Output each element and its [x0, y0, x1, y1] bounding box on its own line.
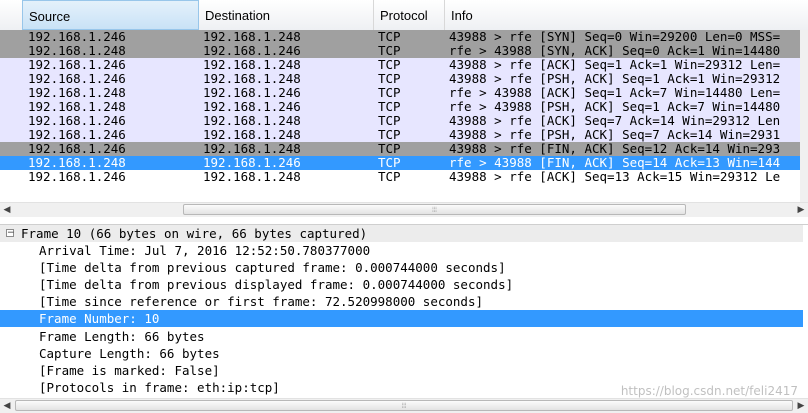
packet-rows: 192.168.1.246 192.168.1.248 TCP 43988 > rfe…: [0, 30, 800, 184]
packet-source-cell: 192.168.1.246: [28, 114, 126, 128]
detail-line[interactable]: [Frame is marked: False]: [0, 362, 803, 379]
detail-line-text: Arrival Time: Jul 7, 2016 12:52:50.78037…: [39, 243, 371, 258]
packet-source-cell: 192.168.1.248: [28, 100, 126, 114]
detail-line[interactable]: Arrival Time: Jul 7, 2016 12:52:50.78037…: [0, 242, 803, 259]
packet-info-cell: rfe > 43988 [ACK] Seq=1 Ack=7 Win=14480 …: [449, 86, 781, 100]
packet-info-cell: 43988 > rfe [ACK] Seq=1 Ack=1 Win=29312 …: [449, 58, 781, 72]
detail-line[interactable]: [Time since reference or first frame: 72…: [0, 293, 803, 310]
packet-row[interactable]: 192.168.1.246 192.168.1.248 TCP 43988 > rfe…: [0, 170, 800, 184]
packet-row[interactable]: 192.168.1.246 192.168.1.248 TCP 43988 > rfe…: [0, 128, 800, 142]
detail-line-text: Frame Number: 10: [39, 311, 160, 327]
scrollbar-thumb[interactable]: ⦙⦙⦙: [15, 400, 793, 411]
collapse-icon[interactable]: −: [6, 229, 15, 238]
packet-protocol-cell: TCP: [378, 72, 401, 86]
watermark: https://blog.csdn.net/feli2417: [620, 384, 798, 398]
packet-row[interactable]: 192.168.1.246 192.168.1.248 TCP 43988 > rfe…: [0, 142, 800, 156]
packet-protocol-cell: TCP: [378, 142, 401, 156]
packet-list-vertical-scrollbar[interactable]: [800, 30, 808, 202]
column-header-protocol[interactable]: Protocol: [374, 0, 445, 30]
detail-line[interactable]: Frame Length: 66 bytes: [0, 328, 803, 345]
packet-protocol-cell: TCP: [378, 128, 401, 142]
packet-info-cell: 43988 > rfe [ACK] Seq=7 Ack=14 Win=29312…: [449, 114, 781, 128]
packet-list-pane: Source Destination Protocol Info 192.168…: [0, 0, 808, 218]
detail-line-text: [Time delta from previous displayed fram…: [39, 277, 514, 293]
detail-line[interactable]: Capture Length: 66 bytes: [0, 345, 803, 362]
column-header-destination[interactable]: Destination: [199, 0, 374, 30]
packet-destination-cell: 192.168.1.248: [203, 72, 301, 86]
packet-destination-cell: 192.168.1.246: [203, 156, 301, 170]
packet-list-header: Source Destination Protocol Info: [0, 0, 808, 31]
column-header-source[interactable]: Source: [22, 0, 199, 30]
packet-protocol-cell: TCP: [378, 58, 401, 72]
packet-row[interactable]: 192.168.1.246 192.168.1.248 TCP 43988 > rfe…: [0, 30, 800, 44]
packet-row[interactable]: 192.168.1.248 192.168.1.246 TCP rfe > 43988…: [0, 86, 800, 100]
packet-row[interactable]: 192.168.1.246 192.168.1.248 TCP 43988 > rfe…: [0, 114, 800, 128]
scroll-left-arrow-icon[interactable]: ◀: [0, 203, 14, 217]
packet-source-cell: 192.168.1.246: [28, 128, 126, 142]
detail-line-text: [Protocols in frame: eth:ip:tcp]: [39, 379, 280, 395]
packet-source-cell: 192.168.1.246: [28, 30, 126, 44]
packet-source-cell: 192.168.1.246: [28, 58, 126, 72]
packet-destination-cell: 192.168.1.248: [203, 170, 301, 184]
packet-info-cell: rfe > 43988 [SYN, ACK] Seq=0 Ack=1 Win=1…: [449, 44, 781, 58]
packet-source-cell: 192.168.1.246: [28, 170, 126, 184]
packet-protocol-cell: TCP: [378, 100, 401, 114]
packet-protocol-cell: TCP: [378, 44, 401, 58]
packet-protocol-cell: TCP: [378, 170, 401, 184]
packet-info-cell: 43988 > rfe [ACK] Seq=13 Ack=15 Win=2931…: [449, 170, 781, 184]
detail-line[interactable]: [Time delta from previous captured frame…: [0, 259, 803, 276]
packet-info-cell: rfe > 43988 [FIN, ACK] Seq=14 Ack=13 Win…: [449, 156, 781, 170]
detail-line[interactable]: Frame Number: 10: [0, 310, 803, 328]
packet-info-cell: 43988 > rfe [PSH, ACK] Seq=7 Ack=14 Win=…: [449, 128, 781, 142]
packet-source-cell: 192.168.1.246: [28, 72, 126, 86]
packet-info-cell: 43988 > rfe [FIN, ACK] Seq=12 Ack=14 Win…: [449, 142, 781, 156]
packet-row[interactable]: 192.168.1.246 192.168.1.248 TCP 43988 > rfe…: [0, 58, 800, 72]
packet-protocol-cell: TCP: [378, 114, 401, 128]
packet-protocol-cell: TCP: [378, 30, 401, 44]
packet-destination-cell: 192.168.1.246: [203, 44, 301, 58]
column-header-info[interactable]: Info: [445, 0, 808, 30]
packet-info-cell: 43988 > rfe [SYN] Seq=0 Win=29200 Len=0 …: [449, 30, 781, 44]
scrollbar-thumb[interactable]: ⦙⦙⦙: [183, 204, 686, 215]
scroll-right-arrow-icon[interactable]: ▶: [794, 203, 808, 217]
detail-line-text: [Time since reference or first frame: 72…: [39, 294, 484, 310]
packet-source-cell: 192.168.1.248: [28, 44, 126, 58]
frame-summary: Frame 10 (66 bytes on wire, 66 bytes cap…: [21, 226, 368, 241]
detail-line-text: [Frame is marked: False]: [39, 362, 220, 378]
detail-line-text: Capture Length: 66 bytes: [39, 345, 220, 361]
detail-line-text: Frame Length: 66 bytes: [39, 328, 205, 344]
packet-list-horizontal-scrollbar[interactable]: ◀ ⦙⦙⦙ ▶: [0, 202, 808, 217]
packet-destination-cell: 192.168.1.248: [203, 142, 301, 156]
packet-info-cell: 43988 > rfe [PSH, ACK] Seq=1 Ack=1 Win=2…: [449, 72, 781, 86]
packet-destination-cell: 192.168.1.248: [203, 114, 301, 128]
detail-line-text: [Time delta from previous captured frame…: [39, 260, 506, 276]
packet-row[interactable]: 192.168.1.248 192.168.1.246 TCP rfe > 43988…: [0, 44, 800, 58]
packet-destination-cell: 192.168.1.246: [203, 86, 301, 100]
detail-line[interactable]: [Time delta from previous displayed fram…: [0, 276, 803, 293]
grip-icon: ⦙⦙⦙: [432, 206, 437, 214]
grip-icon: ⦙⦙⦙: [401, 402, 407, 410]
packet-row[interactable]: 192.168.1.246 192.168.1.248 TCP 43988 > rfe…: [0, 72, 800, 86]
frame-tree-node[interactable]: − Frame 10 (66 bytes on wire, 66 bytes c…: [0, 225, 803, 242]
packet-source-cell: 192.168.1.248: [28, 86, 126, 100]
packet-source-cell: 192.168.1.248: [28, 156, 126, 170]
packet-destination-cell: 192.168.1.248: [203, 58, 301, 72]
packet-destination-cell: 192.168.1.248: [203, 128, 301, 142]
packet-destination-cell: 192.168.1.246: [203, 100, 301, 114]
packet-destination-cell: 192.168.1.248: [203, 30, 301, 44]
packet-source-cell: 192.168.1.246: [28, 142, 126, 156]
packet-row[interactable]: 192.168.1.248 192.168.1.246 TCP rfe > 43988…: [0, 100, 800, 114]
packet-protocol-cell: TCP: [378, 86, 401, 100]
packet-row[interactable]: 192.168.1.248 192.168.1.246 TCP rfe > 43988…: [0, 156, 800, 170]
packet-info-cell: rfe > 43988 [PSH, ACK] Seq=1 Ack=7 Win=1…: [449, 100, 781, 114]
packet-protocol-cell: TCP: [378, 156, 401, 170]
